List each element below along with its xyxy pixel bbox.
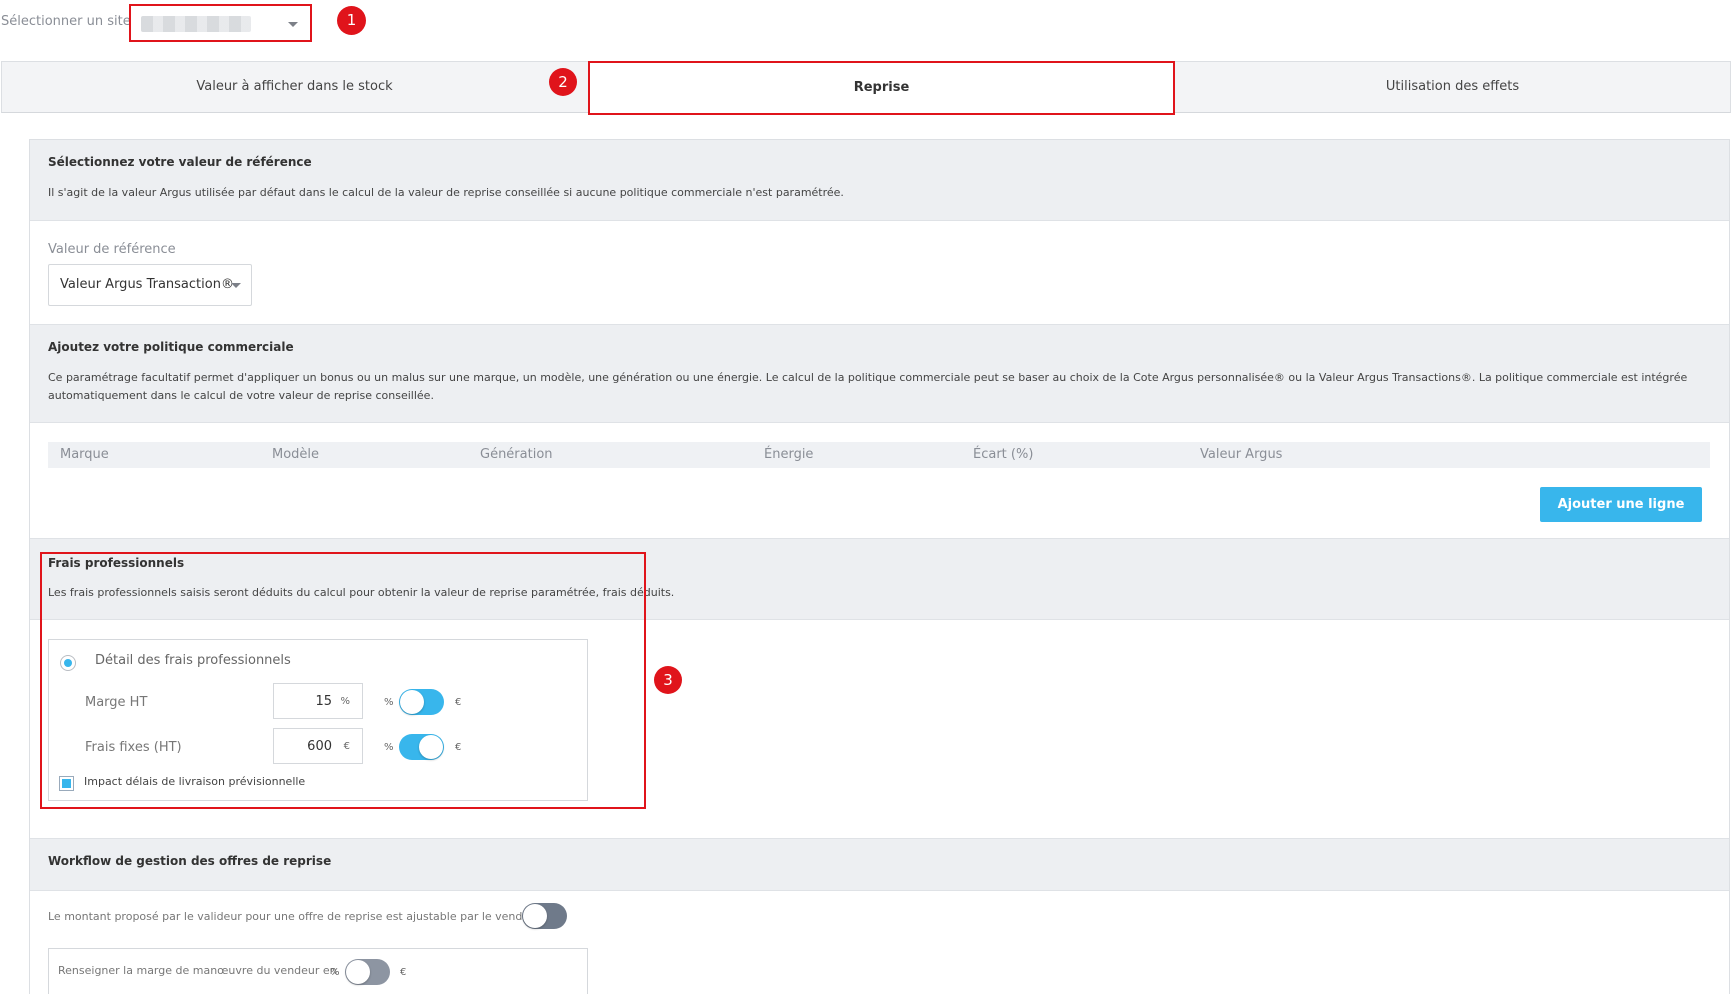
policy-table-header: Marque Modèle Génération Énergie Écart (… xyxy=(48,442,1710,468)
site-select-value-redacted xyxy=(141,16,251,32)
workflow-adjustable-label: Le montant proposé par le valideur pour … xyxy=(48,910,541,923)
workflow-section-title: Workflow de gestion des offres de repris… xyxy=(48,854,332,868)
add-line-button[interactable]: Ajouter une ligne xyxy=(1540,487,1702,522)
column-header-model: Modèle xyxy=(272,447,320,462)
chevron-down-icon xyxy=(288,22,298,27)
workflow-toggle-euro-label: € xyxy=(400,967,407,978)
tab-stock-value[interactable]: Valeur à afficher dans le stock xyxy=(2,62,587,112)
reference-selected-value: Valeur Argus Transaction® xyxy=(60,277,234,292)
fees-highlight-frame xyxy=(40,552,646,809)
workflow-margin-unit-toggle[interactable] xyxy=(345,959,390,985)
workflow-margin-label: Renseigner la marge de manœuvre du vende… xyxy=(58,964,337,977)
column-header-argus-value: Valeur Argus xyxy=(1200,447,1283,462)
tab-effects-usage[interactable]: Utilisation des effets xyxy=(1175,62,1730,112)
workflow-margin-box: Renseigner la marge de manœuvre du vende… xyxy=(48,948,588,994)
reference-value-select[interactable]: Valeur Argus Transaction® xyxy=(48,264,252,306)
callout-badge-3: 3 xyxy=(654,666,682,694)
workflow-adjustable-toggle[interactable] xyxy=(522,903,567,929)
reference-section-title: Sélectionnez votre valeur de référence xyxy=(48,155,312,169)
reference-field-label: Valeur de référence xyxy=(48,242,176,257)
callout-badge-1: 1 xyxy=(337,6,366,35)
column-header-brand: Marque xyxy=(60,447,109,462)
tab-reprise[interactable]: Reprise xyxy=(588,61,1175,115)
toggle-knob xyxy=(346,960,370,984)
tab-bar: Valeur à afficher dans le stock Reprise … xyxy=(1,61,1731,115)
site-select[interactable] xyxy=(129,4,312,42)
site-selector-label: Sélectionner un site xyxy=(1,14,131,29)
toggle-knob xyxy=(523,904,547,928)
reference-section-header: Sélectionnez votre valeur de référence I… xyxy=(30,140,1729,221)
policy-section-description: Ce paramétrage facultatif permet d'appli… xyxy=(48,371,1688,402)
column-header-generation: Génération xyxy=(480,447,553,462)
callout-badge-2: 2 xyxy=(549,68,577,96)
policy-section-title: Ajoutez votre politique commerciale xyxy=(48,340,294,354)
reference-section-description: Il s'agit de la valeur Argus utilisée pa… xyxy=(48,186,844,199)
column-header-gap: Écart (%) xyxy=(973,447,1034,462)
workflow-section-header: Workflow de gestion des offres de repris… xyxy=(30,838,1729,891)
chevron-down-icon xyxy=(231,283,241,288)
column-header-energy: Énergie xyxy=(764,447,814,462)
workflow-toggle-percent-label: % xyxy=(330,967,340,978)
policy-section-header: Ajoutez votre politique commerciale Ce p… xyxy=(30,324,1729,423)
